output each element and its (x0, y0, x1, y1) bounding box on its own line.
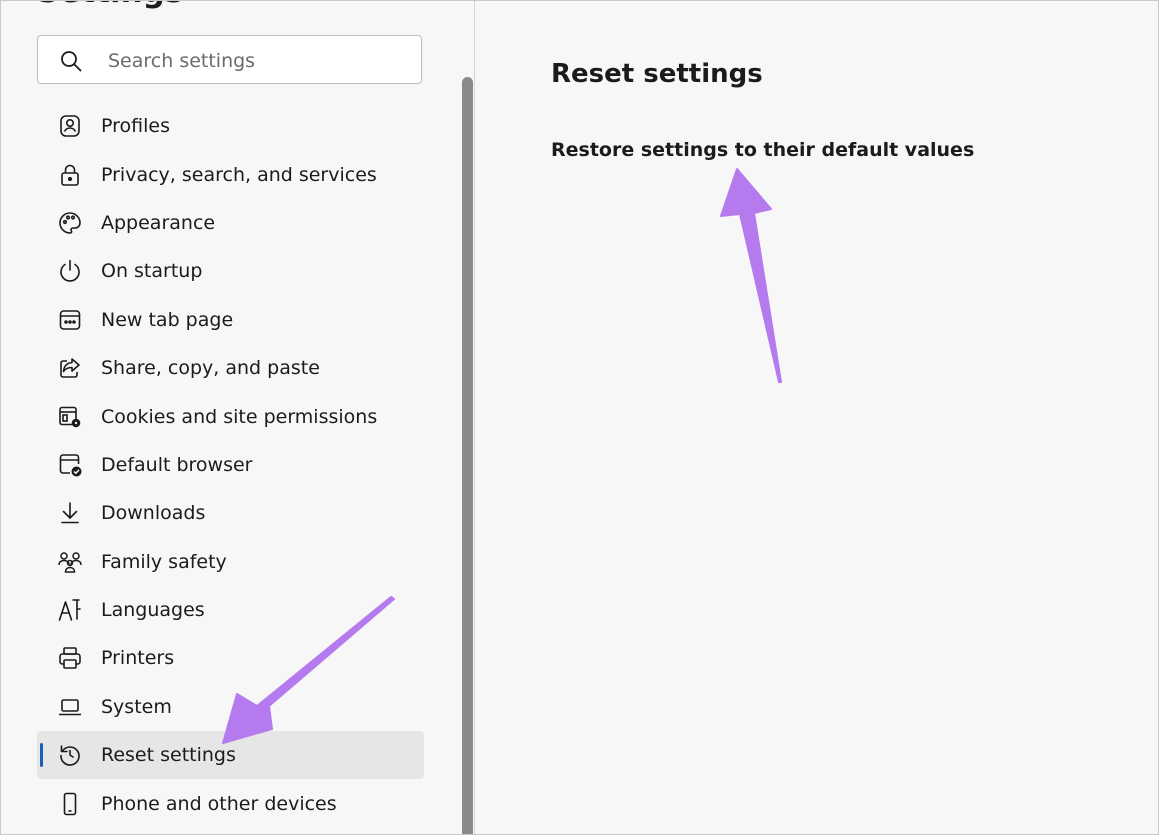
sidebar-item-label: Family safety (101, 550, 227, 573)
sidebar-item-default-browser[interactable]: Default browser (37, 441, 424, 489)
family-icon (56, 548, 84, 576)
sidebar-item-label: Languages (101, 599, 205, 622)
sidebar-item-label: System (101, 695, 172, 718)
settings-nav: Profiles Privacy, search, and services A… (37, 102, 424, 828)
sidebar-item-label: Phone and other devices (101, 792, 337, 815)
printer-icon (56, 644, 84, 672)
settings-content: Reset settings Restore settings to their… (475, 1, 1158, 834)
new-tab-icon (56, 306, 84, 334)
sidebar-item-cookies[interactable]: Cookies and site permissions (37, 392, 424, 440)
default-browser-icon (56, 451, 84, 479)
sidebar-item-new-tab[interactable]: New tab page (37, 296, 424, 344)
sidebar-item-appearance[interactable]: Appearance (37, 199, 424, 247)
sidebar-item-label: Cookies and site permissions (101, 405, 378, 428)
page-title: Reset settings (551, 59, 763, 89)
search-icon (61, 51, 82, 72)
power-icon (56, 257, 84, 285)
settings-sidebar: Settings Profiles (1, 1, 475, 834)
sidebar-item-label: Appearance (101, 211, 216, 234)
settings-window: Settings Profiles (0, 0, 1159, 835)
sidebar-item-languages[interactable]: Languages (37, 586, 424, 634)
sidebar-item-label: New tab page (101, 308, 234, 331)
sidebar-item-reset-settings[interactable]: Reset settings (37, 731, 424, 780)
palette-icon (56, 209, 84, 237)
languages-icon (56, 596, 84, 624)
profile-icon (56, 112, 84, 140)
search-input[interactable] (106, 44, 410, 78)
lock-icon (56, 161, 84, 189)
sidebar-item-label: Share, copy, and paste (101, 357, 320, 380)
laptop-icon (56, 693, 84, 721)
sidebar-item-family-safety[interactable]: Family safety (37, 538, 424, 586)
sidebar-item-privacy[interactable]: Privacy, search, and services (37, 150, 424, 198)
share-icon (56, 354, 84, 382)
sidebar-item-label: Reset settings (101, 744, 236, 767)
search-box[interactable] (37, 35, 422, 84)
reset-icon (56, 741, 84, 769)
phone-icon (56, 790, 84, 818)
sidebar-item-label: Downloads (101, 502, 206, 525)
sidebar-item-phone-devices[interactable]: Phone and other devices (37, 779, 424, 827)
sidebar-item-profiles[interactable]: Profiles (37, 102, 424, 150)
sidebar-item-share[interactable]: Share, copy, and paste (37, 344, 424, 392)
sidebar-item-label: Profiles (101, 115, 170, 138)
sidebar-scrollbar-thumb[interactable] (462, 77, 473, 834)
sidebar-item-startup[interactable]: On startup (37, 247, 424, 295)
cookies-icon (56, 403, 84, 431)
sidebar-item-downloads[interactable]: Downloads (37, 489, 424, 537)
settings-heading: Settings (37, 1, 183, 10)
sidebar-item-label: On startup (101, 260, 203, 283)
sidebar-item-label: Printers (101, 647, 175, 670)
download-icon (56, 499, 84, 527)
restore-defaults-link[interactable]: Restore settings to their default values (551, 139, 974, 161)
sidebar-item-system[interactable]: System (37, 683, 424, 731)
sidebar-item-printers[interactable]: Printers (37, 634, 424, 682)
sidebar-item-label: Default browser (101, 453, 253, 476)
sidebar-item-label: Privacy, search, and services (101, 163, 377, 186)
